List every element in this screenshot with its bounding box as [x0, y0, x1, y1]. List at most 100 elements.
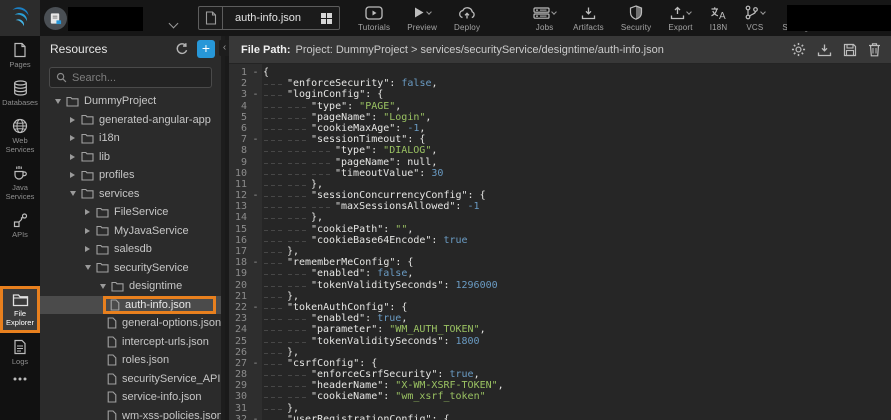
delete-button[interactable] [868, 42, 881, 57]
code-line-25[interactable]: 25"tokenValiditySeconds": 1800 [229, 336, 891, 347]
wavemaker-logo[interactable] [0, 0, 40, 36]
code-line-19[interactable]: 19"enabled": false, [229, 268, 891, 279]
sidebar-item-file-explorer[interactable]: File Explorer [0, 286, 40, 333]
tree-item-generated-angular-app[interactable]: generated-angular-app [40, 111, 221, 130]
tree-item-securityservice[interactable]: securityService [40, 259, 221, 278]
code-line-22[interactable]: 22-"tokenAuthConfig": { [229, 302, 891, 313]
chevron-collapsed-icon[interactable] [85, 246, 96, 252]
add-resource-button[interactable]: + [197, 40, 215, 58]
code-line-10[interactable]: 10"timeoutValue": 30 [229, 168, 891, 179]
sidebar-item-more[interactable] [0, 371, 40, 386]
tree-item-wm-xss-policies-json[interactable]: wm-xss-policies.json [40, 407, 221, 420]
chevron-down-icon[interactable] [170, 14, 177, 32]
code-line-6[interactable]: 6"cookieMaxAge": -1, [229, 123, 891, 134]
code-line-28[interactable]: 28"enforceCsrfSecurity": true, [229, 369, 891, 380]
code-line-23[interactable]: 23"enabled": true, [229, 313, 891, 324]
code-line-7[interactable]: 7-"sessionTimeout": { [229, 134, 891, 145]
code-line-16[interactable]: 16"cookieBase64Encode": true [229, 235, 891, 246]
fold-toggle-icon[interactable]: - [249, 358, 262, 369]
tree-item-profiles[interactable]: profiles [40, 166, 221, 185]
chevron-expanded-icon[interactable] [100, 284, 111, 289]
code-line-2[interactable]: 2"enforceSecurity": false, [229, 78, 891, 89]
code-line-12[interactable]: 12-"sessionConcurrencyConfig": { [229, 190, 891, 201]
code-line-13[interactable]: 13"maxSessionsAllowed": -1 [229, 201, 891, 212]
fold-toggle-icon[interactable]: - [249, 257, 262, 268]
topbar-jobs-button[interactable]: Jobs [533, 4, 556, 32]
code-line-26[interactable]: 26}, [229, 347, 891, 358]
chevron-collapsed-icon[interactable] [70, 154, 81, 160]
topbar-tutorials-button[interactable]: Tutorials [358, 4, 390, 32]
sidebar-item-pages[interactable]: Pages [0, 36, 40, 74]
code-area[interactable]: 1-{2"enforceSecurity": false,3-"loginCon… [229, 64, 891, 420]
save-button[interactable] [843, 43, 857, 57]
project-avatar[interactable] [44, 7, 67, 30]
fold-toggle-icon[interactable]: - [249, 134, 262, 145]
topbar-security-button[interactable]: Security [621, 4, 652, 32]
code-line-4[interactable]: 4"type": "PAGE", [229, 101, 891, 112]
topbar-preview-button[interactable]: Preview [407, 4, 437, 32]
tree-item-designtime[interactable]: designtime [40, 277, 221, 296]
topbar-deploy-button[interactable]: Deploy [454, 4, 480, 32]
sidebar-item-apis[interactable]: APIs [0, 206, 40, 244]
code-line-14[interactable]: 14}, [229, 212, 891, 223]
refresh-icon[interactable] [175, 42, 189, 56]
settings-button[interactable] [791, 42, 806, 57]
code-line-18[interactable]: 18-"rememberMeConfig": { [229, 257, 891, 268]
sidebar-item-logs[interactable]: Logs [0, 333, 40, 371]
chevron-collapsed-icon[interactable] [85, 209, 96, 215]
topbar-artifacts-button[interactable]: Artifacts [573, 4, 604, 32]
download-button[interactable] [817, 43, 832, 57]
tree-item-securityservice-api-json[interactable]: securityService_API.json [40, 370, 221, 389]
code-line-17[interactable]: 17}, [229, 246, 891, 257]
chevron-collapsed-icon[interactable] [70, 135, 81, 141]
tree-item-services[interactable]: services [40, 185, 221, 204]
code-line-15[interactable]: 15"cookiePath": "", [229, 224, 891, 235]
code-line-30[interactable]: 30"cookieName": "wm_xsrf_token" [229, 391, 891, 402]
chevron-down-icon[interactable] [686, 9, 692, 15]
code-line-3[interactable]: 3-"loginConfig": { [229, 89, 891, 100]
fold-toggle-icon[interactable]: - [249, 190, 262, 201]
chevron-collapsed-icon[interactable] [70, 172, 81, 178]
tree-item-auth-info-json[interactable]: auth-info.json [40, 296, 221, 315]
tree-item-service-info-json[interactable]: service-info.json [40, 388, 221, 407]
code-line-1[interactable]: 1-{ [229, 67, 891, 78]
chevron-collapsed-icon[interactable] [70, 117, 81, 123]
chevron-expanded-icon[interactable] [70, 191, 81, 196]
fold-toggle-icon[interactable]: - [249, 414, 262, 420]
chevron-down-icon[interactable] [761, 9, 767, 15]
code-line-8[interactable]: 8"type": "DIALOG", [229, 145, 891, 156]
tree-item-salesdb[interactable]: salesdb [40, 240, 221, 259]
tree-item-roles-json[interactable]: roles.json [40, 351, 221, 370]
sidebar-item-databases[interactable]: Databases [0, 74, 40, 112]
chevron-down-icon[interactable] [551, 9, 557, 15]
topbar-export-button[interactable]: Export [668, 4, 692, 32]
code-line-9[interactable]: 9"pageName": null, [229, 157, 891, 168]
chevron-expanded-icon[interactable] [55, 99, 66, 104]
search-input[interactable] [72, 72, 202, 84]
sidebar-item-java-services[interactable]: Java Services [0, 159, 40, 206]
code-line-31[interactable]: 31}, [229, 403, 891, 414]
tree-item-i18n[interactable]: i18n [40, 129, 221, 148]
code-line-32[interactable]: 32-"userRegistrationConfig": { [229, 414, 891, 420]
tree-item-fileservice[interactable]: FileService [40, 203, 221, 222]
tree-item-lib[interactable]: lib [40, 148, 221, 167]
topbar-vcs-button[interactable]: VCS [744, 4, 765, 32]
tree-item-dummyproject[interactable]: DummyProject [40, 92, 221, 111]
tree-item-myjavaservice[interactable]: MyJavaService [40, 222, 221, 241]
open-file-tab[interactable]: auth-info.json [198, 6, 340, 30]
chevron-down-icon[interactable] [426, 9, 432, 15]
topbar-i18n-button[interactable]: AI18N [710, 4, 728, 32]
chevron-collapsed-icon[interactable] [85, 228, 96, 234]
fold-toggle-icon[interactable]: - [249, 67, 262, 78]
fold-toggle-icon[interactable]: - [249, 89, 262, 100]
code-line-27[interactable]: 27-"csrfConfig": { [229, 358, 891, 369]
code-line-21[interactable]: 21}, [229, 291, 891, 302]
sidebar-item-web-services[interactable]: Web Services [0, 112, 40, 159]
fold-toggle-icon[interactable]: - [249, 302, 262, 313]
code-line-24[interactable]: 24"parameter": "WM_AUTH_TOKEN", [229, 324, 891, 335]
grid-icon[interactable] [313, 12, 339, 25]
code-line-29[interactable]: 29"headerName": "X-WM-XSRF-TOKEN", [229, 380, 891, 391]
code-line-20[interactable]: 20"tokenValiditySeconds": 1296000 [229, 280, 891, 291]
tree-item-intercept-urls-json[interactable]: intercept-urls.json [40, 333, 221, 352]
chevron-expanded-icon[interactable] [85, 265, 96, 270]
